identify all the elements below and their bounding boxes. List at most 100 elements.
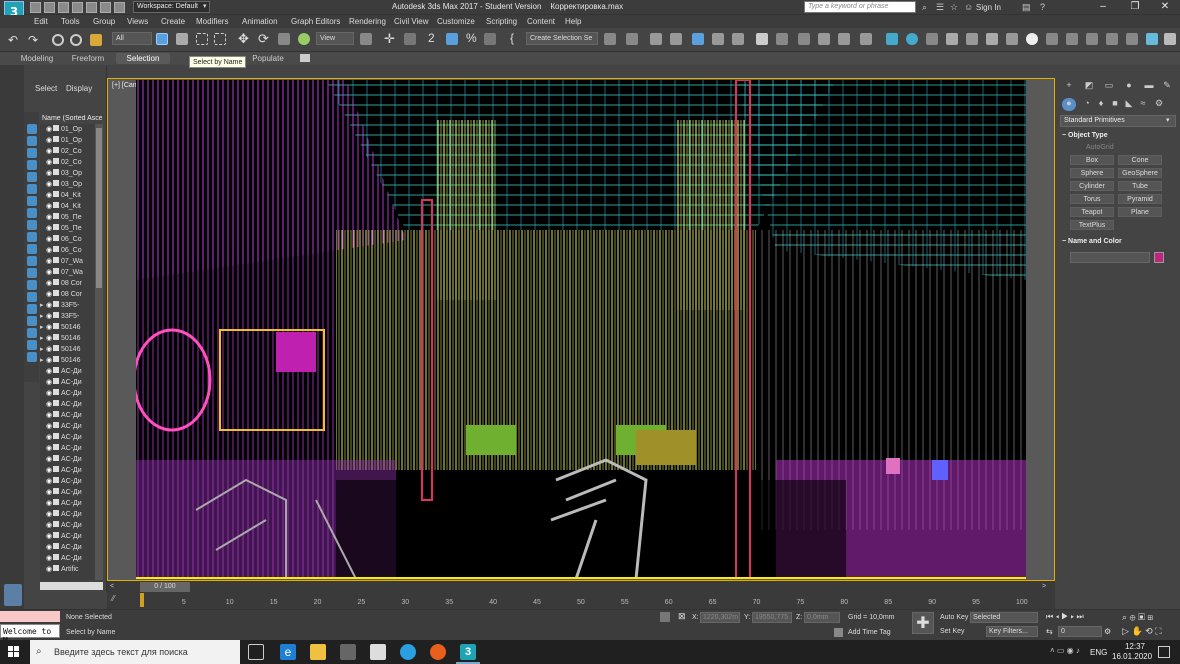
cylinder-button[interactable]: Cylinder	[1070, 181, 1114, 191]
visibility-icon[interactable]: ◉	[46, 322, 53, 333]
taskbar-search-input[interactable]: Введите здесь текст для поиска	[30, 640, 240, 664]
track-bar-icon[interactable]: ⁄⁄	[112, 594, 115, 603]
curve-editor-icon[interactable]	[712, 33, 724, 45]
vray-ball-icon[interactable]	[1026, 33, 1038, 45]
visibility-icon[interactable]: ◉	[46, 498, 53, 509]
primitive-type-dropdown[interactable]: Standard Primitives	[1060, 115, 1176, 127]
list-item[interactable]: ◉ 03_Op	[40, 179, 103, 190]
geometry-icon[interactable]: ●	[1062, 98, 1076, 111]
maxscript-listener[interactable]: Welcome to M	[0, 624, 60, 645]
list-item[interactable]: ◉ AC-Ди	[40, 487, 103, 498]
menu-group[interactable]: Group	[93, 17, 115, 26]
firefox-icon[interactable]	[430, 644, 446, 660]
scene-filter-icon[interactable]	[27, 280, 37, 290]
visibility-icon[interactable]: ◉	[46, 344, 53, 355]
auto-key-button[interactable]: Auto Key	[940, 614, 968, 621]
go-to-start-icon[interactable]: ⏮	[1046, 612, 1053, 621]
visibility-icon[interactable]: ◉	[46, 223, 53, 234]
list-item[interactable]: ◉ AC-Ди	[40, 520, 103, 531]
visibility-icon[interactable]: ◉	[46, 245, 53, 256]
list-item[interactable]: ▸ ◉ 50146	[40, 344, 103, 355]
key-mode-icon[interactable]: ⇆	[1046, 627, 1053, 636]
list-item[interactable]: ◉ AC-Ди	[40, 366, 103, 377]
zoom-icon[interactable]: ⌕	[1122, 612, 1127, 622]
zoom-extents-icon[interactable]: ▣	[1138, 612, 1145, 622]
visibility-icon[interactable]: ◉	[46, 377, 53, 388]
vray-toolbar-icon[interactable]	[1146, 33, 1158, 45]
list-item[interactable]: ▸ ◉ 50146	[40, 333, 103, 344]
menu-help[interactable]: Help	[565, 17, 581, 26]
prev-key-icon[interactable]: ◂	[1055, 612, 1059, 621]
star-icon[interactable]: ☆	[950, 2, 958, 13]
list-item[interactable]: ◉ 04_Kit	[40, 190, 103, 201]
list-item[interactable]: ◉ AC-Ди	[40, 465, 103, 476]
rotate-icon[interactable]: ⟳	[258, 31, 270, 46]
vray-light-icon[interactable]	[886, 33, 898, 45]
file-explorer-icon[interactable]	[310, 644, 326, 660]
visibility-icon[interactable]: ◉	[46, 300, 53, 311]
visibility-icon[interactable]: ◉	[46, 443, 53, 454]
selection-filter-dropdown[interactable]: All	[112, 32, 152, 45]
scene-filter-icon[interactable]	[27, 256, 37, 266]
skype-icon[interactable]	[400, 644, 416, 660]
move-icon[interactable]: ✥	[238, 31, 250, 46]
redo-icon[interactable]: ↷	[28, 33, 40, 47]
scene-filter-icon[interactable]	[27, 148, 37, 158]
windows-start-icon[interactable]	[8, 646, 20, 658]
help-icon[interactable]: ?	[1040, 2, 1045, 12]
rectangular-selection-icon[interactable]	[196, 33, 208, 45]
cameras-icon[interactable]: ■	[1108, 98, 1122, 111]
object-color-swatch[interactable]	[1154, 252, 1164, 263]
prev-frame-icon[interactable]: <	[110, 583, 114, 590]
visibility-icon[interactable]: ◉	[46, 146, 53, 157]
visibility-icon[interactable]: ◉	[46, 388, 53, 399]
visibility-icon[interactable]: ◉	[46, 410, 53, 421]
reference-coord-dropdown[interactable]: View	[316, 32, 354, 45]
modify-panel-icon[interactable]: ◩	[1082, 80, 1096, 93]
undo-quick-icon[interactable]	[72, 2, 83, 13]
visibility-icon[interactable]: ◉	[46, 179, 53, 190]
mail-icon[interactable]	[370, 644, 386, 660]
scene-filter-icon[interactable]	[27, 232, 37, 242]
list-item[interactable]: ◉ 01_Op	[40, 124, 103, 135]
subscription-icon[interactable]: ☰	[936, 2, 944, 13]
list-item[interactable]: ◉ AC-Ди	[40, 509, 103, 520]
keyword-search-input[interactable]: Type a keyword or phrase	[804, 1, 916, 13]
store-icon[interactable]	[340, 644, 356, 660]
tab-selection[interactable]: Selection	[116, 53, 170, 64]
visibility-icon[interactable]: ◉	[46, 542, 53, 553]
list-item[interactable]: ◉ AC-Ди	[40, 377, 103, 388]
set-key-icon[interactable]: ✚	[912, 612, 934, 634]
list-item[interactable]: ◉ 06_Co	[40, 234, 103, 245]
key-filters-button[interactable]: Key Filters...	[986, 626, 1038, 637]
visibility-icon[interactable]: ◉	[46, 190, 53, 201]
scene-filter-icon[interactable]	[27, 196, 37, 206]
user-icon[interactable]: ☺	[964, 2, 973, 12]
play-icon[interactable]: ▶	[1061, 612, 1068, 621]
scene-filter-icon[interactable]	[27, 268, 37, 278]
edit-named-selection-icon[interactable]: {	[510, 31, 522, 45]
vray-frame-buffer-icon[interactable]	[926, 33, 938, 45]
menu-scripting[interactable]: Scripting	[486, 17, 517, 26]
list-item[interactable]: ◉ Artific	[40, 564, 103, 575]
spacewarps-icon[interactable]: ≈	[1136, 98, 1150, 111]
visibility-icon[interactable]: ◉	[46, 278, 53, 289]
scene-filter-icon[interactable]	[27, 328, 37, 338]
motion-panel-icon[interactable]: ●	[1122, 80, 1136, 93]
select-object-icon[interactable]	[156, 33, 168, 45]
systems-icon[interactable]: ⚙	[1152, 98, 1166, 111]
percent-snap-icon[interactable]: %	[466, 31, 478, 45]
clock-date[interactable]: 16.01.2020	[1112, 652, 1152, 661]
list-item[interactable]: ▸ ◉ 33F5-	[40, 311, 103, 322]
visibility-icon[interactable]: ◉	[46, 124, 53, 135]
scene-explorer-dock-icon[interactable]	[4, 584, 22, 606]
scene-explorer-icon[interactable]	[650, 33, 662, 45]
named-selection-dropdown[interactable]: Create Selection Se	[526, 32, 598, 45]
viewport-wireframe[interactable]	[136, 80, 1026, 579]
list-item[interactable]: ◉ 05_Пе	[40, 223, 103, 234]
current-frame-marker[interactable]	[140, 593, 144, 607]
visibility-icon[interactable]: ◉	[46, 168, 53, 179]
list-item[interactable]: ◉ AC-Ди	[40, 542, 103, 553]
menu-customize[interactable]: Customize	[437, 17, 475, 26]
pyramid-button[interactable]: Pyramid	[1118, 194, 1162, 204]
